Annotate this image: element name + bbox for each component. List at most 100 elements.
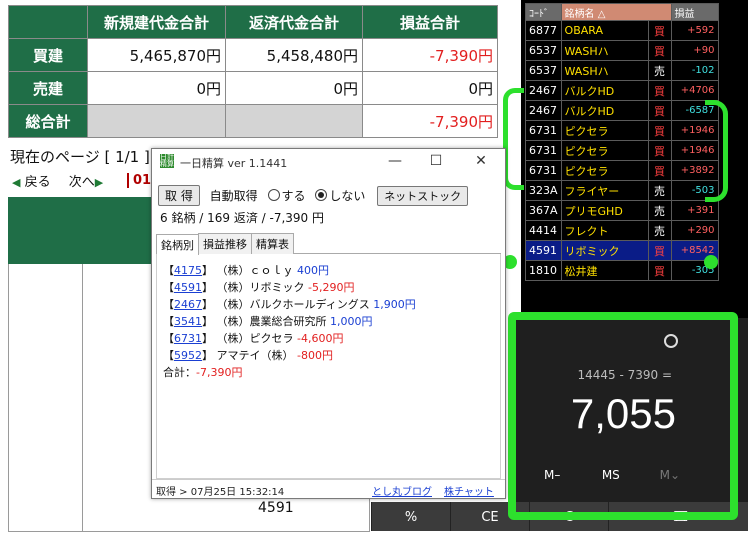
ticker-code: 6731 bbox=[525, 120, 562, 141]
ticker-code: 6877 bbox=[525, 20, 562, 41]
ticker-code: 6731 bbox=[525, 140, 562, 161]
calculator-window: 14445 - 7390 = 7,055 M– MS M⌄ bbox=[514, 318, 748, 531]
tab-by-stock[interactable]: 銘柄別 bbox=[156, 234, 199, 255]
maximize-icon[interactable]: ☐ bbox=[425, 152, 447, 170]
page-cell[interactable]: 01 bbox=[127, 173, 151, 188]
ticker-name: フレクト bbox=[560, 220, 649, 241]
ticker-pnl: +4706 bbox=[670, 80, 719, 101]
ticker-header-name-label: 銘柄名 bbox=[564, 8, 595, 20]
stock-code-link[interactable]: 4175 bbox=[174, 264, 202, 277]
ticker-code: 2467 bbox=[525, 80, 562, 101]
stock-name: アマテイ（株） bbox=[216, 349, 294, 362]
ticker-header-code[interactable]: ｺｰﾄﾞ bbox=[525, 3, 562, 21]
ticker-pnl: -102 bbox=[670, 60, 719, 81]
ticker-side: 買 bbox=[647, 260, 672, 281]
ticker-name: WASHハ bbox=[560, 40, 649, 61]
page-navigation: ◀ 戻る 次へ▶ bbox=[12, 171, 103, 190]
ticker-row[interactable]: 323A フライヤー売 -503 bbox=[525, 180, 719, 201]
stock-code-link[interactable]: 2467 bbox=[174, 298, 202, 311]
auto-fetch-yes-radio[interactable] bbox=[267, 189, 280, 201]
memory-store-button[interactable]: MS bbox=[602, 468, 656, 482]
stock-amount: 1,000円 bbox=[330, 315, 373, 328]
stock-name: （株）ｃｏｌｙ bbox=[216, 264, 294, 277]
ticker-code: 4591 bbox=[525, 240, 562, 261]
ticker-header-name[interactable]: 銘柄名 △ bbox=[560, 3, 672, 21]
memory-minus-button[interactable]: M– bbox=[544, 468, 598, 482]
buy-pnl-total: -7,390円 bbox=[362, 38, 498, 72]
ticker-row[interactable]: 1810 松井建買 -305 bbox=[525, 260, 719, 281]
stock-name: （株）バルクホールディングス bbox=[216, 298, 370, 311]
fetch-button[interactable]: 取 得 bbox=[158, 185, 200, 206]
total-value: -7,390円 bbox=[196, 366, 243, 379]
app-icon: 日計 精算 bbox=[160, 153, 174, 168]
ticker-side: 買 bbox=[647, 140, 672, 161]
sell-pnl-total: 0円 bbox=[362, 71, 498, 105]
ticker-row[interactable]: 4591 リボミック買 +8542 bbox=[525, 240, 719, 261]
ticker-header-pnl[interactable]: 損益 bbox=[670, 3, 719, 21]
grand-repay-total bbox=[225, 104, 363, 138]
stock-amount: -800円 bbox=[297, 349, 333, 362]
tab-settlement-table[interactable]: 精算表 bbox=[251, 233, 294, 254]
stock-code-link[interactable]: 5952 bbox=[174, 349, 202, 362]
back-link[interactable]: ◀ 戻る bbox=[12, 171, 51, 190]
minimize-icon[interactable]: — bbox=[384, 152, 406, 170]
ticker-name: ピクセラ bbox=[560, 140, 649, 161]
list-item: 【4591】 （株）リボミック -5,290円 bbox=[163, 281, 355, 294]
summary-table: 新規建代金合計 返済代金合計 損益合計 買建 5,465,870円 5,458,… bbox=[8, 5, 498, 138]
ticker-row[interactable]: 6731 ピクセラ買 +1946 bbox=[525, 140, 719, 161]
net-stock-button[interactable]: ネットストック bbox=[377, 186, 469, 206]
ticker-code: 6537 bbox=[525, 60, 562, 81]
ticker-row[interactable]: 6731 ピクセラ買 +3892 bbox=[525, 160, 719, 181]
ticker-row[interactable]: 6731 ピクセラ買 +1946 bbox=[525, 120, 719, 141]
close-icon[interactable]: ✕ bbox=[470, 152, 492, 170]
backspace-key[interactable]: ⌫ bbox=[608, 502, 748, 531]
ticker-row[interactable]: 6537 WASHハ売 -102 bbox=[525, 60, 719, 81]
header-new-total: 新規建代金合計 bbox=[87, 5, 226, 39]
ticker-side: 買 bbox=[647, 100, 672, 121]
ticker-code: 1810 bbox=[525, 260, 562, 281]
summary-corner bbox=[8, 5, 88, 39]
tab-pnl-trend[interactable]: 損益推移 bbox=[198, 233, 252, 254]
ticker-name: フライヤー bbox=[560, 180, 649, 201]
annotation-bracket-right bbox=[705, 100, 728, 202]
stock-code-link[interactable]: 3541 bbox=[174, 315, 202, 328]
stock-code-link[interactable]: 6731 bbox=[174, 332, 202, 345]
ticker-code: 367A bbox=[525, 200, 562, 221]
percent-key[interactable]: % bbox=[371, 502, 450, 531]
buy-repay-total: 5,458,480円 bbox=[225, 38, 363, 72]
auto-fetch-no-radio[interactable] bbox=[315, 189, 328, 201]
next-link[interactable]: 次へ▶ bbox=[69, 171, 103, 190]
row-label-grand-total: 総合計 bbox=[8, 104, 88, 138]
background-code-cell: 4591 bbox=[258, 500, 294, 516]
clear-key[interactable]: C bbox=[529, 502, 608, 531]
list-item: 【4175】 （株）ｃｏｌｙ 400円 bbox=[163, 264, 329, 277]
stock-name: （株）農業総合研究所 bbox=[216, 315, 327, 328]
ticker-row[interactable]: 367A プリモGHD 売 +391 bbox=[525, 200, 719, 221]
dialog-tabs: 銘柄別 損益推移 精算表 bbox=[156, 233, 501, 255]
ticker-row[interactable]: 4414 フレクト売 +290 bbox=[525, 220, 719, 241]
ticker-side: 買 bbox=[647, 20, 672, 41]
ticker-row[interactable]: 6537 WASHハ買 +90 bbox=[525, 40, 719, 61]
daily-settlement-dialog: 日計 精算 一日精算 ver 1.1441 — ☐ ✕ 取 得 自動取得 する し… bbox=[151, 148, 506, 499]
ticker-name: ピクセラ bbox=[560, 160, 649, 181]
ticker-side: 買 bbox=[647, 160, 672, 181]
blog-link[interactable]: とし丸ブログ bbox=[372, 483, 432, 498]
ticker-row[interactable]: 2467 バルクHD 買 -6587 bbox=[525, 100, 719, 121]
clear-entry-key[interactable]: CE bbox=[450, 502, 529, 531]
dialog-titlebar[interactable]: 日計 精算 一日精算 ver 1.1441 — ☐ ✕ bbox=[152, 149, 505, 175]
ticker-name: WASHハ bbox=[560, 60, 649, 81]
history-icon[interactable] bbox=[664, 334, 678, 348]
stock-amount: -5,290円 bbox=[308, 281, 355, 294]
ticker-side: 買 bbox=[647, 120, 672, 141]
ticker-row[interactable]: 2467 バルクHD 買 +4706 bbox=[525, 80, 719, 101]
calculator-result: 7,055 bbox=[570, 390, 676, 437]
auto-fetch-yes-label[interactable]: する bbox=[282, 189, 306, 203]
auto-fetch-no-label[interactable]: しない bbox=[329, 189, 365, 203]
ticker-code: 2467 bbox=[525, 100, 562, 121]
stock-code-link[interactable]: 4591 bbox=[174, 281, 202, 294]
annotation-bracket-left bbox=[503, 88, 524, 190]
ticker-pnl: +391 bbox=[670, 200, 719, 221]
ticker-row[interactable]: 6877 OBARA 買 +592 bbox=[525, 20, 719, 41]
chart-link[interactable]: 株チャット bbox=[444, 483, 494, 498]
memory-list-button[interactable]: M⌄ bbox=[660, 468, 714, 482]
